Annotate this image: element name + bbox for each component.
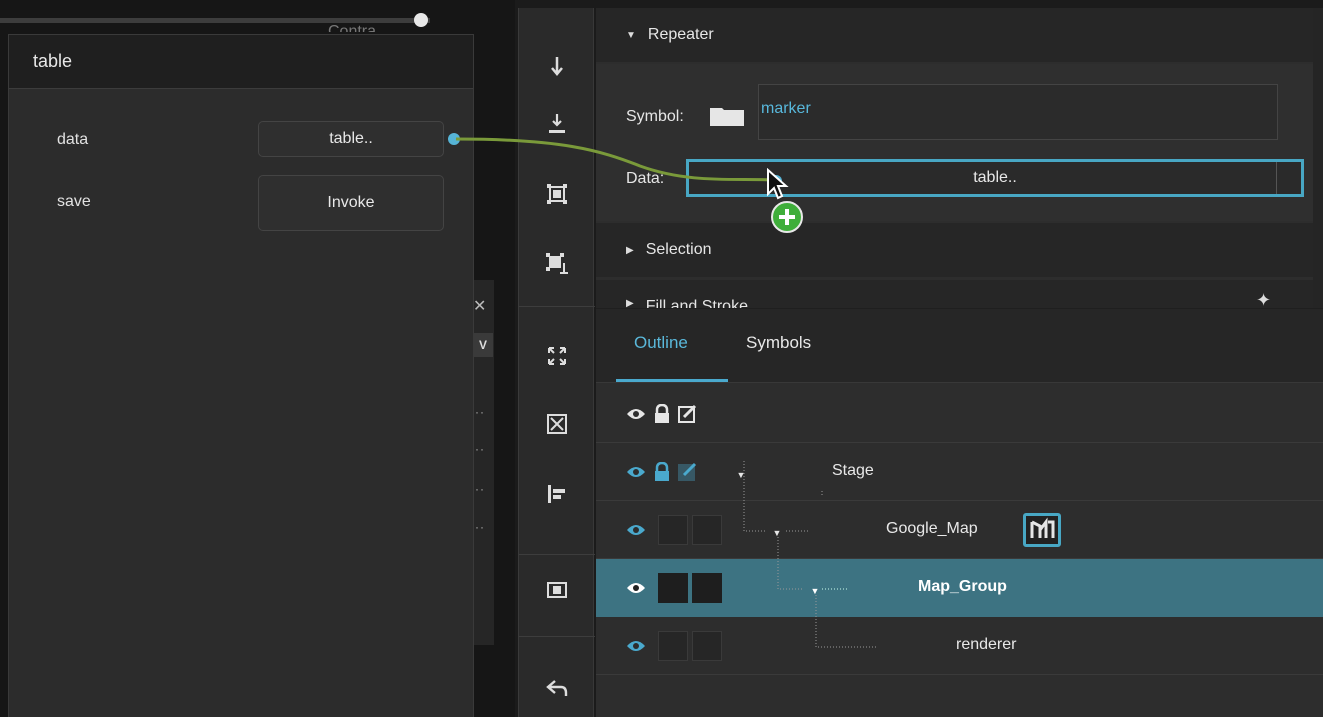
close-icon[interactable]: ✕ <box>473 296 486 316</box>
node-row-data: data table.. <box>9 121 473 159</box>
outline-row-google-map[interactable]: ▼ Google_Map <box>596 501 1323 559</box>
cursor-icon <box>767 168 789 200</box>
outline-row-map-group[interactable]: ▼ Map_Group <box>596 559 1323 617</box>
send-to-back-icon[interactable] <box>519 94 595 154</box>
edit-toggle[interactable] <box>692 631 722 661</box>
tab-symbols[interactable]: Symbols <box>746 333 811 353</box>
outline-tabs: Outline Symbols <box>596 309 1323 383</box>
node-row-save: save Invoke <box>9 175 473 231</box>
fill-window-icon[interactable] <box>519 560 595 620</box>
toolbar-divider <box>519 306 595 307</box>
arrow-down-icon[interactable] <box>519 36 595 96</box>
outline-item-name: Google_Map <box>886 520 978 537</box>
folder-icon <box>710 108 744 126</box>
triangle-down-icon: ▼ <box>626 29 636 41</box>
outline-item-name: Stage <box>832 462 874 479</box>
expand-icon[interactable] <box>519 326 595 386</box>
ellipsis-icon: ·· <box>475 482 485 496</box>
outline-row-stage[interactable]: ▼ Stage <box>596 443 1323 501</box>
invoke-button[interactable]: Invoke <box>258 175 444 231</box>
expand-triangle-icon[interactable]: ▼ <box>810 581 820 601</box>
repeater-header-label: Repeater <box>647 26 714 43</box>
dropdown-icon[interactable]: V <box>473 333 493 357</box>
frame-icon[interactable] <box>519 164 595 224</box>
repeater-body: Symbol: marker Data: table.. <box>596 64 1313 221</box>
toolbar-divider <box>519 636 595 637</box>
data-field-divider <box>1276 162 1277 194</box>
outline-item-name: renderer <box>956 636 1017 653</box>
triangle-right-icon: ▶ <box>626 298 634 308</box>
data-label: Data: <box>626 170 665 187</box>
frame-resize-icon[interactable] <box>519 234 595 294</box>
star-icon[interactable]: ✦ <box>1256 290 1271 308</box>
data-field-value: table.. <box>973 169 1017 186</box>
table-node-header[interactable]: table <box>9 35 473 89</box>
data-output-port[interactable] <box>448 133 460 145</box>
edit-toggle[interactable] <box>692 515 722 545</box>
eye-icon[interactable] <box>626 520 646 540</box>
lock-toggle[interactable] <box>658 573 688 603</box>
node-row-label: data <box>57 131 89 148</box>
outline-panel: Outline Symbols ▼ Stage ▼ Google_Map ▼ M… <box>596 308 1323 717</box>
symbol-label: Symbol: <box>626 108 684 125</box>
table-node[interactable]: table data table.. save Invoke <box>8 34 474 717</box>
lock-icon[interactable] <box>652 462 672 482</box>
eye-icon[interactable] <box>626 578 646 598</box>
selection-header-label: Selection <box>645 241 712 258</box>
eye-icon[interactable] <box>626 404 646 424</box>
vertical-toolbar <box>518 8 595 717</box>
edit-icon[interactable] <box>678 462 698 482</box>
edit-icon[interactable] <box>678 404 698 424</box>
edit-toggle[interactable] <box>692 573 722 603</box>
toolbar-divider <box>519 554 595 555</box>
ellipsis-icon: ·· <box>475 405 485 419</box>
triangle-right-icon: ▶ <box>626 244 634 256</box>
outline-item-name: Map_Group <box>918 578 1007 595</box>
properties-scrollbar[interactable] <box>1313 8 1323 308</box>
fit-icon[interactable] <box>519 394 595 454</box>
tab-outline[interactable]: Outline <box>634 333 688 353</box>
outline-header-row <box>596 385 1323 443</box>
fill-stroke-header-label: Fill and Stroke <box>645 298 748 308</box>
lock-toggle[interactable] <box>658 631 688 661</box>
node-row-label: save <box>57 193 91 210</box>
eye-icon[interactable] <box>626 636 646 656</box>
expand-triangle-icon[interactable]: ▼ <box>736 465 746 485</box>
outline-row-renderer[interactable]: renderer <box>596 617 1323 675</box>
selection-section-header[interactable]: ▶ Selection <box>596 223 1313 277</box>
tab-active-indicator <box>616 379 728 382</box>
lock-icon[interactable] <box>652 404 672 424</box>
lock-toggle[interactable] <box>658 515 688 545</box>
undo-icon[interactable] <box>519 658 595 717</box>
ellipsis-icon: ·· <box>475 442 485 456</box>
expand-triangle-icon[interactable]: ▼ <box>772 523 782 543</box>
properties-panel: ▼ Repeater Symbol: marker Data: table.. … <box>596 8 1323 308</box>
align-left-icon[interactable] <box>519 464 595 524</box>
background-contra-label: Contra <box>328 23 377 32</box>
background-slider-knob[interactable] <box>414 13 428 27</box>
ellipsis-icon: ·· <box>475 520 485 534</box>
repeater-section-header[interactable]: ▼ Repeater <box>596 8 1313 62</box>
data-table-button[interactable]: table.. <box>258 121 444 157</box>
fill-stroke-section-header[interactable]: ▶ Fill and Stroke <box>596 280 1313 308</box>
symbol-field[interactable]: marker <box>758 84 1278 140</box>
add-icon <box>771 201 803 233</box>
eye-icon[interactable] <box>626 462 646 482</box>
map-component-icon <box>1023 513 1061 547</box>
table-node-title: table <box>33 51 73 71</box>
